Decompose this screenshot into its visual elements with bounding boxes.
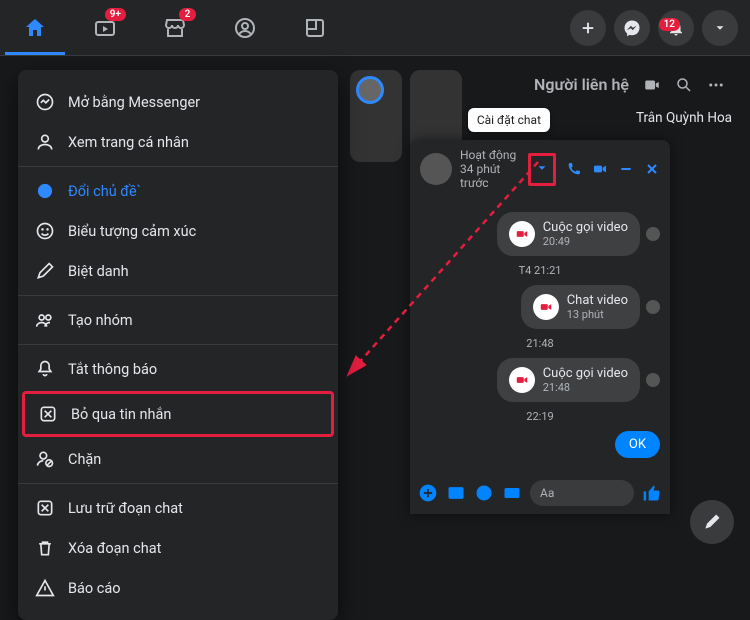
menu-report[interactable]: Báo cáo [18,568,338,608]
sticker-icon[interactable] [474,483,494,503]
menu-label: Đổi chủ đề` [68,183,141,200]
menu-label: Xem trang cá nhân [68,134,189,151]
contacts-title: Người liên hệ [534,75,629,94]
chat-context-menu: Mở bằng Messenger Xem trang cá nhân Đổi … [18,70,338,620]
menu-view-profile[interactable]: Xem trang cá nhân [18,122,338,162]
group-icon [34,309,56,331]
menu-label: Mở bằng Messenger [68,94,200,111]
image-icon[interactable] [446,483,466,503]
archive-icon [34,497,56,519]
account-menu-button[interactable] [702,10,738,46]
close-icon[interactable] [644,161,660,177]
profile-icon [34,131,56,153]
chat-window: Hoạt động 34 phút trước Cuộc gọi video20… [410,140,670,514]
tab-watch[interactable]: 9+ [70,0,140,55]
messenger-button[interactable] [614,10,650,46]
menu-emoji[interactable]: Biểu tượng cảm xúc [18,211,338,251]
chat-avatar [420,153,452,185]
menu-create-group[interactable]: Tạo nhóm [18,300,338,340]
nav-tabs: 9+ 2 [0,0,350,55]
bell-icon [34,358,56,380]
contacts-header: Người liên hệ [534,75,725,94]
menu-label: Tạo nhóm [68,312,133,329]
menu-mute[interactable]: Tắt thông báo [18,349,338,389]
menu-archive[interactable]: Lưu trữ đoạn chat [18,488,338,528]
video-icon [509,221,535,247]
menu-nickname[interactable]: Biệt danh [18,251,338,291]
gif-icon[interactable] [502,483,522,503]
video-call-bubble[interactable]: Cuộc gọi video20:49 [497,212,640,256]
menu-label: Biểu tượng cảm xúc [68,223,196,240]
menu-delete[interactable]: Xóa đoạn chat [18,528,338,568]
video-call-bubble[interactable]: Cuộc gọi video21:48 [497,358,640,402]
tab-marketplace[interactable]: 2 [140,0,210,55]
seen-indicator [646,300,660,314]
seen-indicator [646,373,660,387]
market-badge: 2 [179,8,196,21]
menu-label: Chặn [68,451,101,468]
notifications-button[interactable]: 12 [658,10,694,46]
pencil-icon [34,260,56,282]
menu-ignore-messages[interactable]: Bỏ qua tin nhắn [22,391,334,437]
chat-messages: Cuộc gọi video20:49 T4 21:21 Chat video1… [410,198,670,472]
video-chat-bubble[interactable]: Chat video13 phút [521,285,640,329]
options-icon[interactable] [707,76,725,94]
trash-icon [34,537,56,559]
tab-gaming[interactable] [280,0,350,55]
create-button[interactable] [570,10,606,46]
new-room-icon[interactable] [643,76,661,94]
message-input[interactable]: Aa [530,480,634,506]
video-call-icon[interactable] [592,161,608,177]
timestamp: 22:19 [420,410,660,423]
chat-settings-chevron[interactable] [528,153,556,186]
notif-badge: 12 [659,18,680,31]
search-icon[interactable] [675,76,693,94]
warning-icon [34,577,56,599]
menu-label: Bỏ qua tin nhắn [71,406,171,423]
voice-call-icon[interactable] [566,161,582,177]
plus-icon[interactable] [418,483,438,503]
tab-home[interactable] [0,0,70,55]
block-icon [34,448,56,470]
minimize-icon[interactable] [618,161,634,177]
video-icon [533,294,559,320]
menu-label: Biệt danh [68,263,129,280]
chat-composer: Aa [410,472,670,514]
top-right-actions: 12 [570,10,738,46]
menu-open-messenger[interactable]: Mở bằng Messenger [18,82,338,122]
chat-header[interactable]: Hoạt động 34 phút trước [410,140,670,198]
chat-settings-tooltip: Cài đặt chat [468,108,550,132]
timestamp: 21:48 [420,337,660,350]
watch-badge: 9+ [105,8,126,21]
like-icon[interactable] [642,483,662,503]
timestamp: T4 21:21 [420,264,660,277]
top-navbar: 9+ 2 12 [0,0,750,56]
ok-message: OK [615,431,660,458]
story-avatar [356,76,384,104]
menu-label: Lưu trữ đoạn chat [68,500,183,517]
messenger-icon [34,91,56,113]
menu-block[interactable]: Chặn [18,439,338,479]
video-icon [509,367,535,393]
contact-list-item[interactable]: Trân Quỳnh Hoa [636,110,732,126]
seen-indicator [646,227,660,241]
menu-label: Báo cáo [68,580,121,597]
ignore-icon [37,403,59,425]
menu-label: Xóa đoạn chat [68,540,161,557]
tab-groups[interactable] [210,0,280,55]
chat-status: Hoạt động 34 phút trước [460,148,520,190]
theme-icon [34,180,56,202]
story-card[interactable] [350,70,402,162]
menu-label: Tắt thông báo [68,361,157,378]
menu-change-theme[interactable]: Đổi chủ đề` [18,171,338,211]
new-message-button[interactable] [690,500,734,544]
emoji-icon [34,220,56,242]
